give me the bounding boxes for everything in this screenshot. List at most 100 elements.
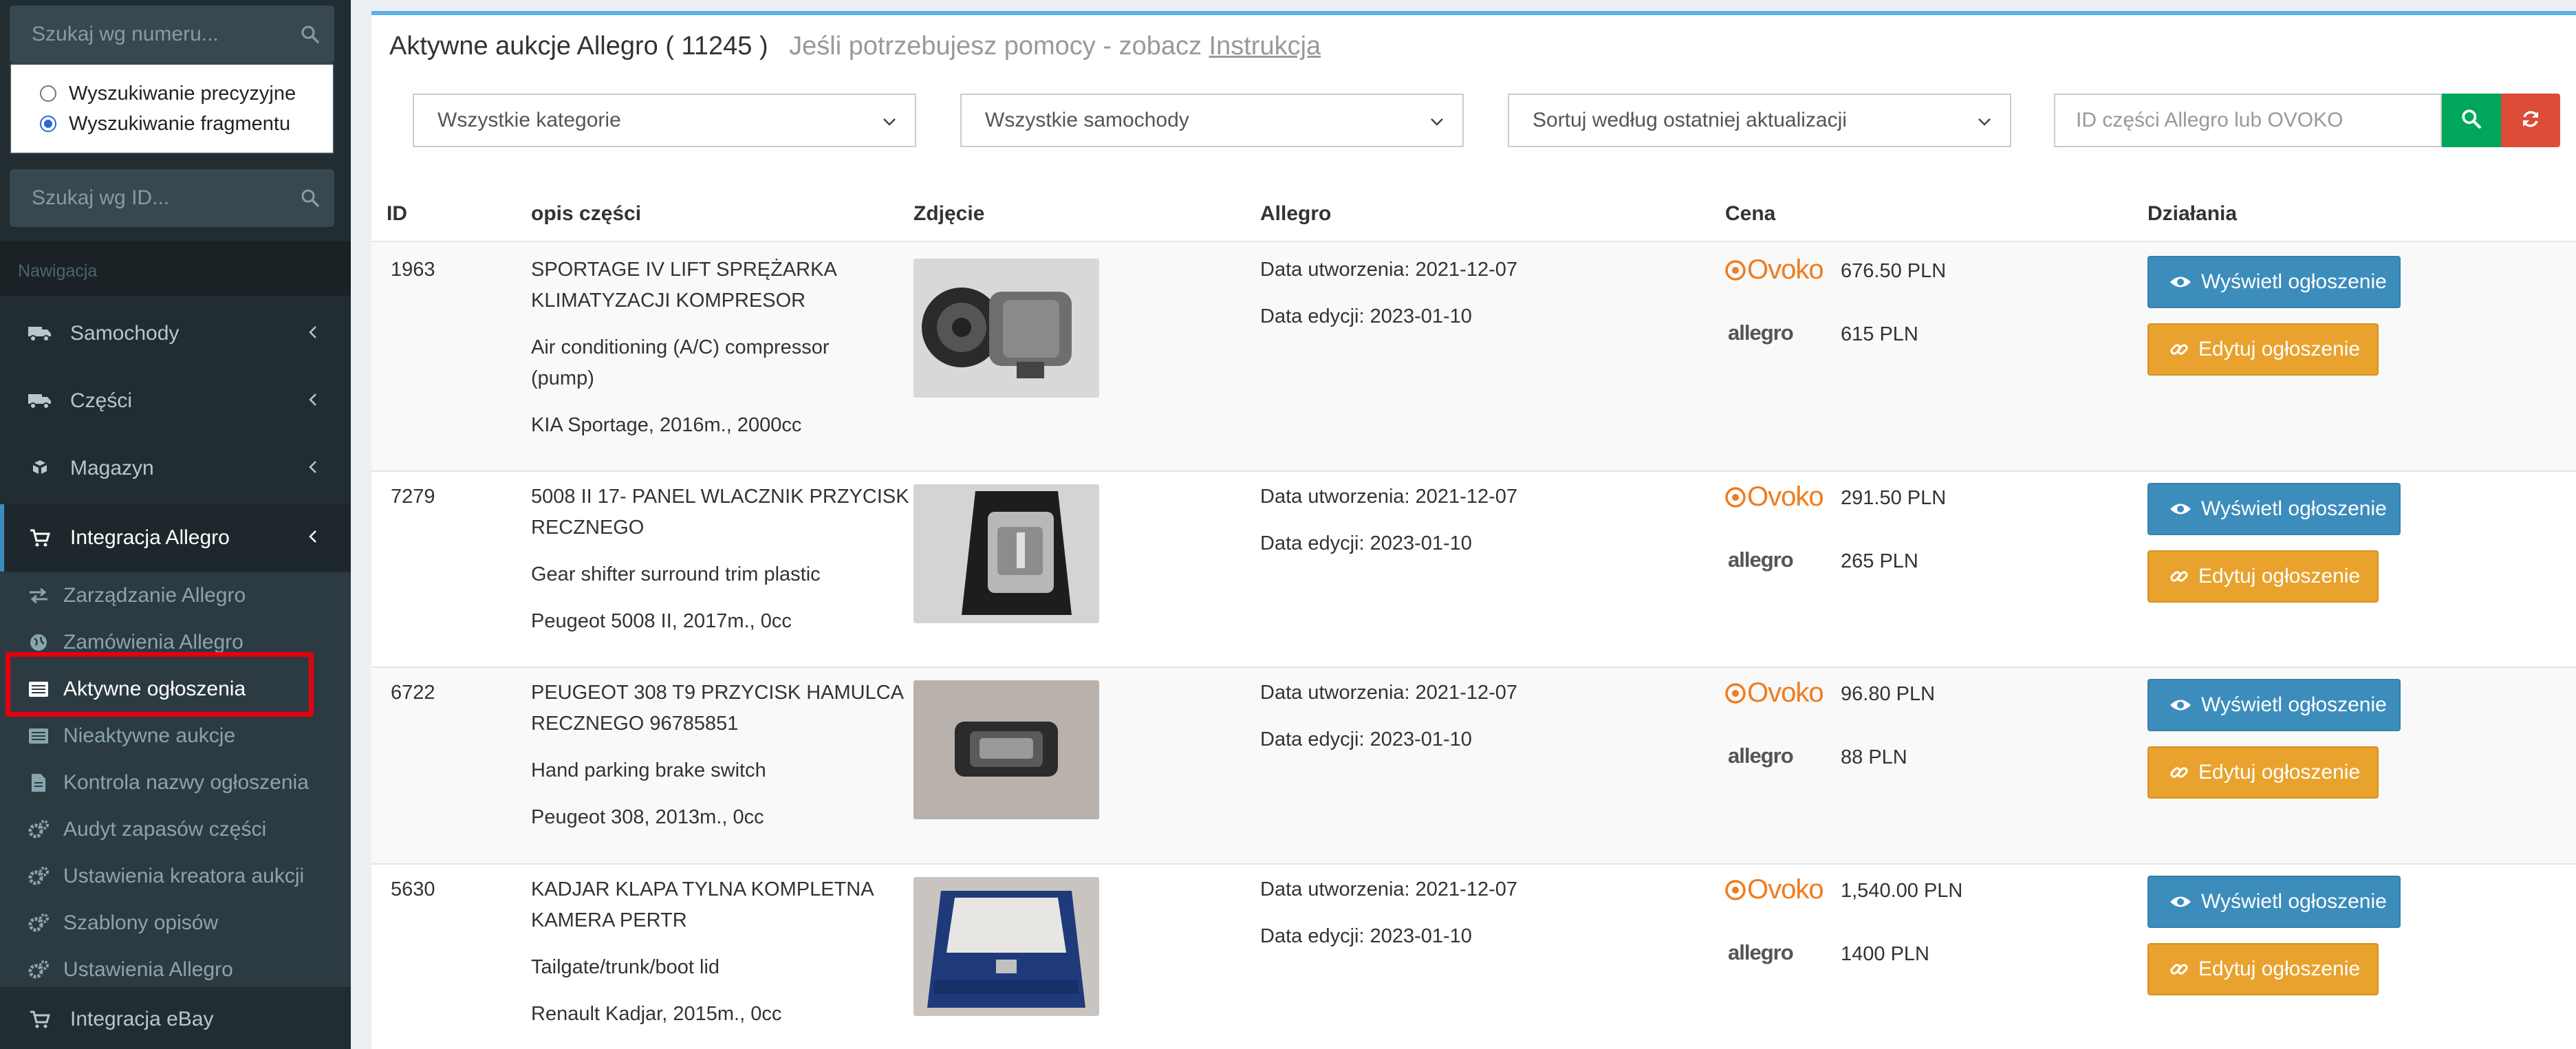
radio-fragment-label: Wyszukiwanie fragmentu: [69, 112, 291, 135]
row-id: 6722: [391, 682, 435, 704]
view-listing-button[interactable]: Wyświetl ogłoszenie: [2147, 876, 2401, 928]
sidebar-item-magazyn[interactable]: Magazyn: [0, 435, 351, 502]
view-listing-button[interactable]: Wyświetl ogłoszenie: [2147, 256, 2401, 308]
list-icon: [26, 726, 51, 746]
allegro-logo: allegro: [1728, 321, 1794, 345]
edit-listing-label: Edytuj ogłoszenie: [2198, 338, 2361, 360]
cart-icon: [23, 1009, 56, 1030]
part-id-placeholder: ID części Allegro lub OVOKO: [2076, 109, 2344, 131]
sidebar-item-czesci[interactable]: Części: [0, 367, 351, 435]
car-select-value: Wszystkie samochody: [985, 109, 1189, 131]
chevron-left-icon: [308, 389, 318, 413]
part-title-line: KADJAR KLAPA TYLNA KOMPLETNA: [531, 878, 874, 900]
submenu-item-ustawienia[interactable]: Ustawienia Allegro: [0, 947, 351, 993]
edited-date: Data edycji: 2023-01-10: [1260, 728, 1472, 750]
submenu-item-kreator[interactable]: Ustawienia kreatora aukcji: [0, 853, 351, 900]
table-row: 1963 SPORTAGE IV LIFT SPRĘŻARKA KLIMATYZ…: [371, 241, 2576, 471]
allegro-price: 265 PLN: [1841, 550, 1918, 572]
row-id: 1963: [391, 259, 435, 281]
edit-listing-button[interactable]: Edytuj ogłoszenie: [2147, 550, 2379, 603]
allegro-price: 615 PLN: [1841, 323, 1918, 345]
link-icon: [2169, 763, 2189, 782]
eye-icon: [2169, 274, 2191, 290]
ovoko-logo: Ovoko: [1724, 255, 1824, 285]
edited-date: Data edycji: 2023-01-10: [1260, 925, 1472, 947]
list-icon: [26, 679, 51, 700]
globe-icon: [26, 632, 51, 653]
search-button[interactable]: [2442, 94, 2501, 147]
chevron-down-icon: [1429, 111, 1444, 135]
part-id-input[interactable]: ID części Allegro lub OVOKO: [2054, 94, 2442, 147]
nav-header: Nawigacja: [0, 241, 351, 296]
search-icon[interactable]: [286, 188, 334, 208]
part-photo-compressor[interactable]: [913, 259, 1099, 398]
sidebar-item-integracja-ebay[interactable]: Integracja eBay: [0, 992, 351, 1047]
submenu-item-label: Zarządzanie Allegro: [63, 584, 246, 607]
sort-select[interactable]: Sortuj według ostatniej aktualizacji: [1508, 94, 2011, 147]
search-icon[interactable]: [286, 25, 334, 44]
ovoko-logo: Ovoko: [1724, 678, 1824, 709]
car-select[interactable]: Wszystkie samochody: [960, 94, 1464, 147]
category-select-value: Wszystkie kategorie: [437, 109, 621, 131]
submenu-item-szablony[interactable]: Szablony opisów: [0, 900, 351, 947]
part-photo-gear-panel[interactable]: [913, 484, 1099, 623]
ovoko-label: Ovoko: [1747, 874, 1824, 905]
allegro-logo: allegro: [1728, 940, 1794, 964]
ovoko-price: 676.50 PLN: [1841, 260, 1947, 282]
part-title-line: SPORTAGE IV LIFT SPRĘŻARKA: [531, 259, 837, 281]
column-header-description: opis części: [531, 202, 642, 225]
created-date: Data utworzenia: 2021-12-07: [1260, 486, 1518, 508]
submenu-item-nieaktywne[interactable]: Nieaktywne aukcje: [0, 713, 351, 759]
radio-precise-button[interactable]: [40, 85, 56, 102]
category-select[interactable]: Wszystkie kategorie: [413, 94, 916, 147]
radio-precise[interactable]: Wyszukiwanie precyzyjne: [11, 78, 333, 109]
submenu-item-aktywne[interactable]: Aktywne ogłoszenia: [0, 666, 351, 713]
sidebar-item-label: Samochody: [70, 322, 180, 345]
ovoko-label: Ovoko: [1747, 482, 1824, 512]
chevron-left-icon: [308, 457, 318, 480]
edit-listing-label: Edytuj ogłoszenie: [2198, 761, 2361, 783]
allegro-price: 1400 PLN: [1841, 943, 1929, 965]
sidebar-item-label: Integracja eBay: [70, 1008, 214, 1030]
edit-listing-button[interactable]: Edytuj ogłoszenie: [2147, 323, 2379, 376]
submenu-item-kontrola[interactable]: Kontrola nazwy ogłoszenia: [0, 759, 351, 806]
cart-icon: [23, 528, 56, 548]
edit-listing-button[interactable]: Edytuj ogłoszenie: [2147, 746, 2379, 799]
sidebar-item-integracja-allegro[interactable]: Integracja Allegro: [0, 504, 351, 572]
part-car: Peugeot 5008 II, 2017m., 0cc: [531, 610, 792, 632]
part-photo-tailgate[interactable]: [913, 877, 1099, 1016]
submenu-item-audyt[interactable]: Audyt zapasów części: [0, 806, 351, 853]
view-listing-button[interactable]: Wyświetl ogłoszenie: [2147, 483, 2401, 535]
part-description-line: Air conditioning (A/C) compressor: [531, 336, 830, 358]
search-id-input[interactable]: Szukaj wg ID...: [10, 169, 334, 227]
help-link[interactable]: Instrukcja: [1209, 32, 1321, 61]
exchange-icon: [26, 585, 51, 606]
cogs-icon: [26, 913, 51, 933]
link-icon: [2169, 960, 2189, 979]
part-title-line: RECZNEGO 96785851: [531, 713, 739, 735]
link-icon: [2169, 567, 2189, 586]
page-title: Aktywne aukcje Allegro ( 11245 ): [389, 32, 768, 61]
chevron-down-icon: [882, 111, 897, 135]
truck-icon: [23, 323, 56, 344]
truck-icon: [23, 391, 56, 411]
part-description-line: (pump): [531, 367, 594, 389]
submenu-item-label: Kontrola nazwy ogłoszenia: [63, 771, 309, 794]
edit-listing-button[interactable]: Edytuj ogłoszenie: [2147, 943, 2379, 995]
submenu-item-label: Szablony opisów: [63, 911, 219, 934]
radio-fragment[interactable]: Wyszukiwanie fragmentu: [11, 109, 333, 139]
submenu-item-zarzadzanie[interactable]: Zarządzanie Allegro: [0, 572, 351, 619]
radio-fragment-button[interactable]: [40, 116, 56, 132]
view-listing-button[interactable]: Wyświetl ogłoszenie: [2147, 679, 2401, 731]
refresh-button[interactable]: [2501, 94, 2560, 147]
eye-icon: [2169, 894, 2191, 909]
search-number-input[interactable]: Szukaj wg numeru...: [10, 6, 334, 63]
sidebar-item-label: Magazyn: [70, 457, 154, 479]
submenu-item-zamowienia[interactable]: Zamówienia Allegro: [0, 619, 351, 666]
part-title-line: 5008 II 17- PANEL WLACZNIK PRZYCISK: [531, 486, 909, 508]
part-car: Renault Kadjar, 2015m., 0cc: [531, 1003, 782, 1025]
view-listing-label: Wyświetl ogłoszenie: [2201, 890, 2387, 913]
edit-listing-label: Edytuj ogłoszenie: [2198, 565, 2361, 587]
sidebar-item-samochody[interactable]: Samochody: [0, 300, 351, 367]
part-photo-brake-switch[interactable]: [913, 680, 1099, 819]
